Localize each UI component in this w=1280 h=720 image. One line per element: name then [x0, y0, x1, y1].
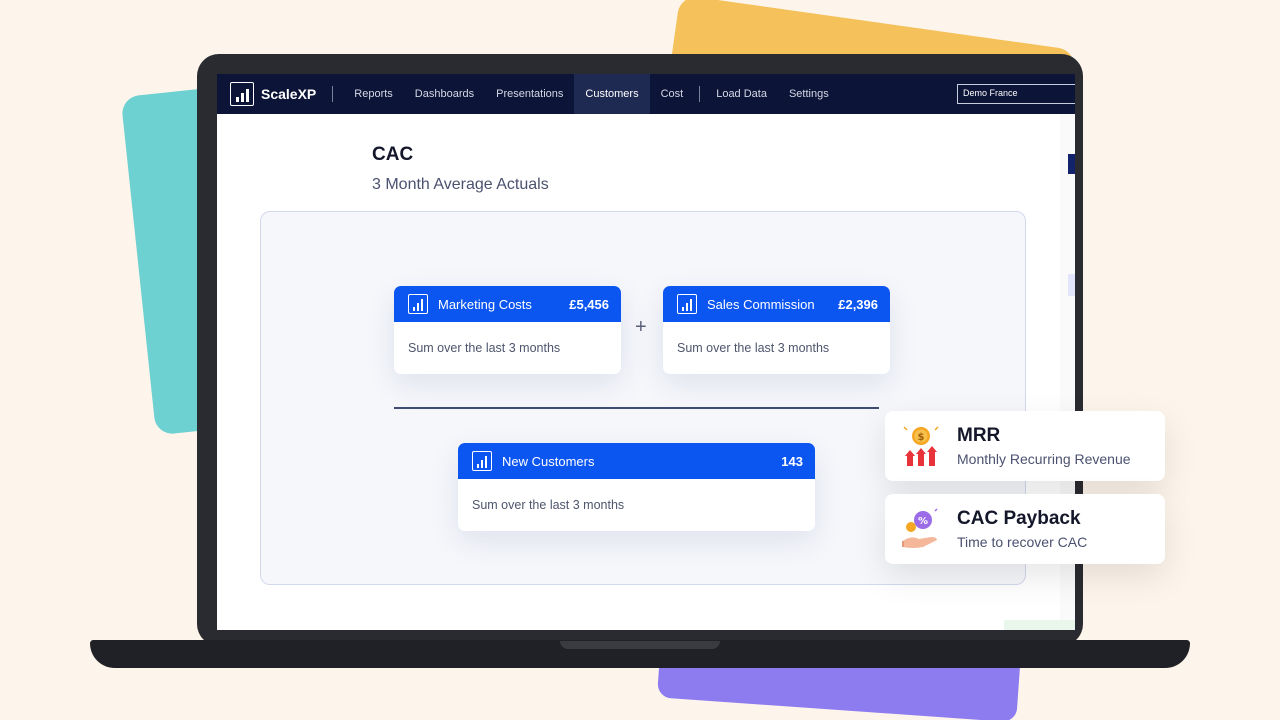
coin-growth-icon: $	[901, 424, 941, 468]
chart-icon	[472, 451, 492, 471]
page-title: CAC	[372, 144, 414, 165]
chart-icon	[677, 294, 697, 314]
nav-item-dashboards[interactable]: Dashboards	[404, 74, 485, 114]
svg-text:$: $	[918, 432, 925, 443]
metric-card-header: Marketing Costs £5,456	[394, 286, 621, 322]
feature-card-cac-payback[interactable]: % CAC Payback Time to recover CAC	[885, 494, 1165, 564]
metric-description: Sum over the last 3 months	[408, 341, 561, 355]
nav-divider	[332, 86, 334, 102]
organisation-select[interactable]: Demo France	[957, 84, 1075, 104]
chart-icon	[408, 294, 428, 314]
metric-card-marketing-costs[interactable]: Marketing Costs £5,456 Sum over the last…	[394, 286, 621, 374]
brand-name: ScaleXP	[261, 86, 317, 102]
scalexp-logo-icon	[230, 82, 254, 106]
metric-label: Marketing Costs	[438, 296, 532, 312]
feature-card-mrr[interactable]: $ MRR Monthly Recurring Revenue	[885, 411, 1165, 481]
metric-card-header: New Customers 143	[458, 443, 815, 479]
metric-value: £5,456	[569, 296, 609, 312]
brand[interactable]: ScaleXP	[217, 74, 316, 114]
nav-item-cost[interactable]: Cost	[650, 74, 695, 114]
metric-label: New Customers	[502, 453, 595, 469]
nav-item-reports[interactable]: Reports	[343, 74, 404, 114]
metric-value: £2,396	[838, 296, 878, 312]
plus-operator: +	[635, 316, 647, 338]
page-subtitle: 3 Month Average Actuals	[372, 176, 549, 193]
feature-card-subtitle: Time to recover CAC	[957, 534, 1088, 550]
metric-description: Sum over the last 3 months	[677, 341, 830, 355]
metric-card-new-customers[interactable]: New Customers 143 Sum over the last 3 mo…	[458, 443, 815, 531]
metric-description: Sum over the last 3 months	[472, 498, 625, 512]
feature-card-title: CAC Payback	[957, 508, 1081, 529]
top-navbar: ScaleXP Reports Dashboards Presentations…	[217, 74, 1075, 114]
feature-card-title: MRR	[957, 425, 1001, 446]
nav-item-load-data[interactable]: Load Data	[705, 74, 778, 114]
metric-card-header: Sales Commission £2,396	[663, 286, 890, 322]
metric-label: Sales Commission	[707, 296, 815, 312]
metric-value: 143	[781, 453, 803, 469]
nav-item-customers[interactable]: Customers	[574, 74, 650, 114]
nav-item-settings[interactable]: Settings	[778, 74, 840, 114]
background-table-header	[1068, 154, 1075, 174]
metric-card-sales-commission[interactable]: Sales Commission £2,396 Sum over the las…	[663, 286, 890, 374]
nav-item-presentations[interactable]: Presentations	[485, 74, 574, 114]
background-cell	[1004, 620, 1075, 630]
hand-coin-percent-icon: %	[901, 507, 941, 551]
nav-divider	[699, 86, 701, 102]
fraction-divider	[394, 407, 879, 409]
background-table-cell	[1068, 274, 1075, 296]
laptop-notch	[560, 641, 720, 649]
svg-text:%: %	[918, 516, 928, 527]
feature-card-subtitle: Monthly Recurring Revenue	[957, 451, 1131, 467]
